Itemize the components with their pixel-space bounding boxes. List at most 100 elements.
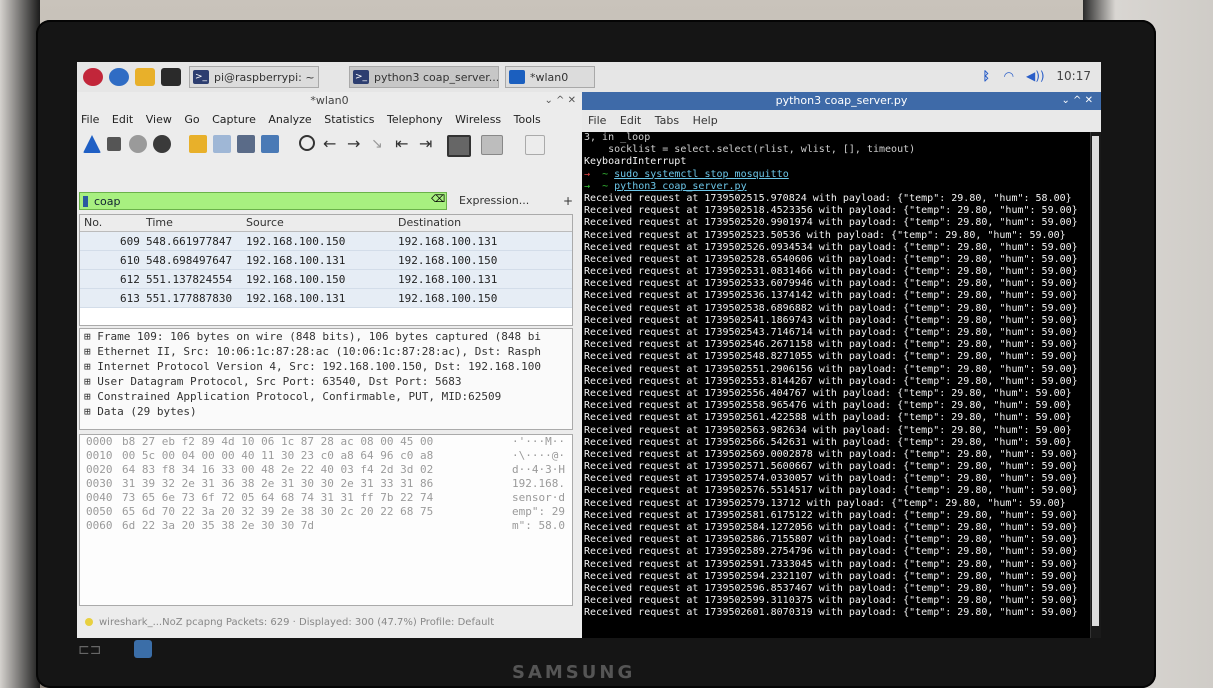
hex-bytes: 64 83 f8 34 16 33 00 48 2e 22 40 03 f4 2… [122,463,434,476]
terminal-titlebar: python3 coap_server.py ⌄ ^ ✕ [582,92,1101,110]
wifi-icon[interactable]: ◠ [1004,69,1014,83]
terminal-request-line: Received request at 1739502541.1869743 w… [584,314,1078,326]
detail-row-ethernet[interactable]: ⊞ Ethernet II, Src: 10:06:1c:87:28:ac (1… [80,344,572,359]
terminal-prompt-line: → ~ python3 coap_server.py [584,180,747,192]
capture-options-icon[interactable] [153,135,171,153]
packet-time: 548.661977847 [146,235,233,248]
task-terminal-coap[interactable]: >_ python3 coap_server... [349,66,499,88]
column-no[interactable]: No. [84,216,102,229]
menu-edit[interactable]: Edit [112,113,133,126]
window-controls[interactable]: ⌄ ^ ✕ [1062,92,1094,110]
hex-ascii: ·\····@· 0#··d··· [512,449,572,462]
display-filter-bar: coap ⌫ Expression... + [79,192,574,210]
monitor-power-button[interactable]: ⊏⊐ [78,642,101,658]
detail-row-coap[interactable]: ⊞ Constrained Application Protocol, Conf… [80,389,572,404]
hex-row: 0050 65 6d 70 22 3a 20 32 39 2e 38 30 2c … [80,505,572,519]
detail-text: Frame 109: 106 bytes on wire (848 bits),… [97,330,541,343]
reload-icon[interactable] [261,135,279,153]
go-to-packet-icon[interactable]: ↘ [371,135,389,153]
scrollbar-thumb[interactable] [1092,136,1099,626]
first-packet-icon[interactable]: ⇤ [395,135,413,153]
detail-row-ip[interactable]: ⊞ Internet Protocol Version 4, Src: 192.… [80,359,572,374]
task-terminal-pi[interactable]: >_ pi@raspberrypi: ~ [189,66,319,88]
menu-go[interactable]: Go [184,113,199,126]
save-file-icon[interactable] [213,135,231,153]
hex-bytes: 31 39 32 2e 31 36 38 2e 31 30 30 2e 31 3… [122,477,434,490]
hex-row: 0030 31 39 32 2e 31 36 38 2e 31 30 30 2e … [80,477,572,491]
detail-row-data[interactable]: ⊞ Data (29 bytes) [80,404,572,419]
display-filter-input[interactable]: coap [79,192,447,210]
task-label: *wlan0 [530,71,569,84]
volume-icon[interactable]: ◀)) [1026,69,1045,83]
start-capture-icon[interactable] [83,135,101,153]
hex-offset: 0060 [86,519,113,532]
browser-icon[interactable] [109,68,129,86]
detail-text: Ethernet II, Src: 10:06:1c:87:28:ac (10:… [97,345,541,358]
column-destination[interactable]: Destination [398,216,461,229]
terminal-scrollbar[interactable] [1090,132,1101,638]
terminal-request-line: Received request at 1739502531.0831466 w… [584,266,1078,278]
hex-row: 0020 64 83 f8 34 16 33 00 48 2e 22 40 03 … [80,463,572,477]
packet-details: ⊞ Frame 109: 106 bytes on wire (848 bits… [79,328,573,430]
command-text: python3 coap_server.py [614,180,747,192]
table-row[interactable]: 609 548.661977847 192.168.100.150 192.16… [80,232,572,251]
menu-capture[interactable]: Capture [212,113,256,126]
hex-offset: 0030 [86,477,113,490]
terminal-prompt-line: → ~ sudo systemctl stop mosquitto [584,168,789,180]
last-packet-icon[interactable]: ⇥ [419,135,437,153]
menu-view[interactable]: View [146,113,172,126]
restart-capture-icon[interactable] [129,135,147,153]
menu-analyze[interactable]: Analyze [268,113,311,126]
wireshark-title: *wlan0 [310,94,349,107]
window-controls[interactable]: ⌄ ^ ✕ [545,92,577,110]
menu-file[interactable]: File [588,114,606,127]
table-row[interactable]: 610 548.698497647 192.168.100.131 192.16… [80,251,572,270]
menu-wireless[interactable]: Wireless [455,113,501,126]
raspberry-menu-icon[interactable] [83,68,103,86]
autoscroll-icon[interactable] [447,135,471,157]
menu-statistics[interactable]: Statistics [324,113,374,126]
packet-no: 609 [120,235,140,248]
hex-bytes: 73 65 6e 73 6f 72 05 64 68 74 31 31 ff 7… [122,491,434,504]
go-back-icon[interactable]: ← [323,135,341,153]
hex-offset: 0020 [86,463,113,476]
hex-bytes: 00 5c 00 04 00 00 40 11 30 23 c0 a8 64 9… [122,449,434,462]
bluetooth-icon[interactable]: ᛒ [983,69,990,83]
add-filter-button[interactable]: + [563,192,573,210]
packet-destination: 192.168.100.150 [398,292,498,305]
find-packet-icon[interactable] [299,135,315,151]
menu-telephony[interactable]: Telephony [387,113,443,126]
menu-file[interactable]: File [81,113,99,126]
table-row[interactable]: 613 551.177887830 192.168.100.131 192.16… [80,289,572,308]
menu-edit[interactable]: Edit [620,114,641,127]
detail-row-frame[interactable]: ⊞ Frame 109: 106 bytes on wire (848 bits… [80,329,572,344]
hex-offset: 0040 [86,491,113,504]
open-file-icon[interactable] [189,135,207,153]
colorize-icon[interactable] [481,135,503,155]
command-text: sudo systemctl stop mosquitto [614,168,789,180]
terminal-output[interactable]: 3, in _loop socklist = select.select(rli… [582,132,1092,638]
monitor-source-icon[interactable] [134,640,152,658]
go-forward-icon[interactable]: → [347,135,365,153]
column-source[interactable]: Source [246,216,284,229]
detail-row-udp[interactable]: ⊞ User Datagram Protocol, Src Port: 6354… [80,374,572,389]
terminal-request-line: Received request at 1739502596.8537467 w… [584,582,1078,594]
expression-button[interactable]: Expression... [459,192,529,210]
terminal-request-line: Received request at 1739502543.7146714 w… [584,327,1078,338]
menu-tabs[interactable]: Tabs [655,114,679,127]
file-manager-icon[interactable] [135,68,155,86]
table-row[interactable]: 612 551.137824554 192.168.100.150 192.16… [80,270,572,289]
zoom-icon[interactable] [525,135,545,155]
task-wireshark[interactable]: *wlan0 [505,66,595,88]
menu-help[interactable]: Help [693,114,718,127]
column-time[interactable]: Time [146,216,173,229]
close-file-icon[interactable] [237,135,255,153]
packet-time: 548.698497647 [146,254,233,267]
capture-status-icon [85,618,93,626]
menu-tools[interactable]: Tools [514,113,541,126]
terminal-request-line: Received request at 1739502518.4523356 w… [584,205,1078,217]
terminal-request-line: Received request at 1739502589.2754796 w… [584,546,1078,558]
stop-capture-icon[interactable] [107,137,121,151]
filter-bookmark-icon[interactable]: ⌫ [431,194,445,205]
terminal-launcher-icon[interactable] [161,68,181,86]
